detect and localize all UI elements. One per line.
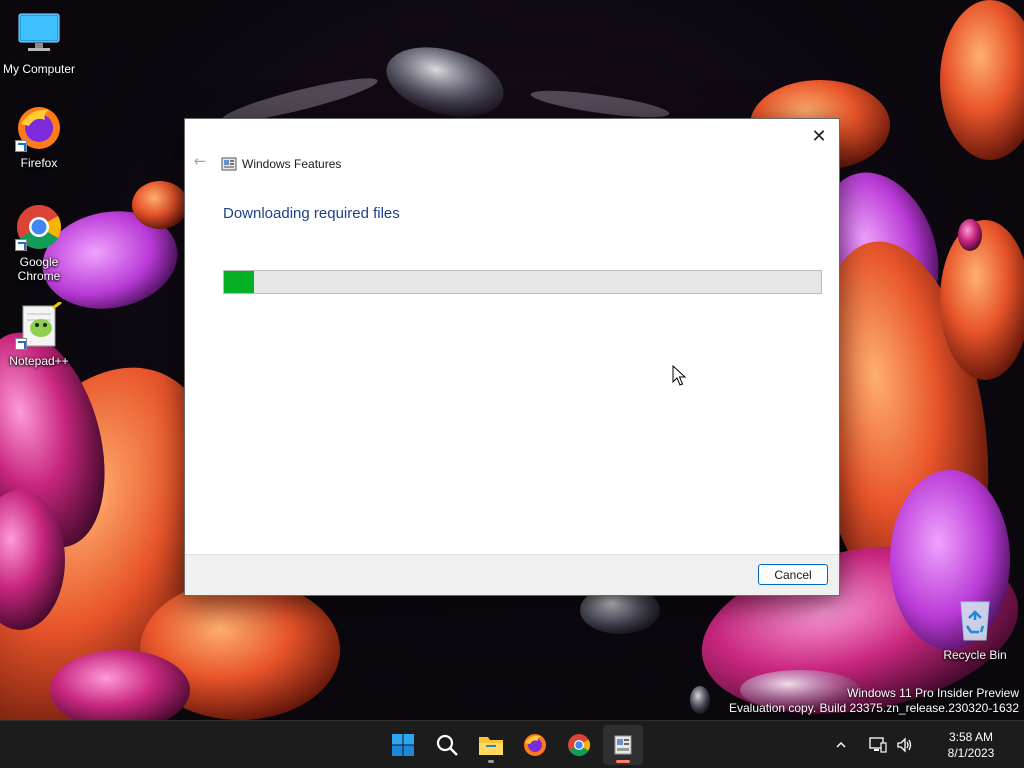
firefox-icon: [15, 104, 63, 152]
search-button[interactable]: [427, 725, 467, 765]
back-button[interactable]: ←: [191, 152, 209, 170]
dialog-footer: Cancel: [185, 554, 839, 595]
system-tray: 3:58 AM 8/1/2023: [829, 721, 1024, 768]
shortcut-arrow-icon: [15, 140, 27, 152]
cancel-button[interactable]: Cancel: [758, 564, 828, 585]
notepadpp-icon: [15, 300, 63, 350]
status-heading: Downloading required files: [223, 205, 400, 222]
chrome-icon: [568, 734, 590, 756]
dialog-titlebar: Windows Features: [221, 155, 341, 173]
show-hidden-icons-button[interactable]: [829, 733, 853, 757]
running-indicator: [488, 760, 494, 763]
taskbar-windows-features[interactable]: [603, 725, 643, 765]
taskbar: 3:58 AM 8/1/2023: [0, 720, 1024, 768]
start-icon: [392, 734, 414, 756]
taskbar-firefox[interactable]: [515, 725, 555, 765]
search-icon: [436, 734, 458, 756]
network-button[interactable]: [866, 733, 890, 757]
taskbar-clock[interactable]: 3:58 AM 8/1/2023: [926, 729, 1016, 761]
recycle-bin-icon: [951, 596, 999, 644]
file-explorer-icon: [479, 737, 503, 755]
download-progress-bar: [223, 270, 822, 294]
taskbar-chrome[interactable]: [559, 725, 599, 765]
shortcut-arrow-icon: [15, 338, 27, 350]
volume-button[interactable]: [893, 733, 917, 757]
mouse-cursor-icon: [672, 365, 686, 386]
progress-fill: [224, 271, 254, 293]
desktop-icon-label: My Computer: [2, 62, 76, 76]
windows-features-icon: [221, 156, 237, 172]
monitor-icon: [15, 10, 63, 58]
windows-features-icon: [614, 735, 632, 755]
desktop-icon-notepadpp[interactable]: Notepad++: [0, 300, 78, 368]
desktop-icon-label: Notepad++: [9, 354, 69, 368]
desktop-icon-recycle-bin[interactable]: Recycle Bin: [936, 596, 1014, 662]
desktop-icon-chrome[interactable]: Google Chrome: [0, 203, 78, 283]
chevron-up-icon: [836, 741, 846, 748]
speaker-icon: [897, 737, 912, 753]
network-icon: [869, 737, 887, 753]
shortcut-arrow-icon: [15, 239, 27, 251]
active-indicator: [616, 760, 630, 763]
watermark-build: Evaluation copy. Build 23375.zn_release.…: [729, 701, 1019, 715]
desktop-icon-label: Google Chrome: [17, 255, 61, 283]
dialog-title: Windows Features: [242, 157, 342, 171]
chrome-icon: [15, 203, 63, 251]
taskbar-apps: [383, 725, 647, 765]
firefox-icon: [524, 734, 546, 756]
start-button[interactable]: [383, 725, 423, 765]
windows-watermark: Windows 11 Pro Insider Preview Evaluatio…: [729, 686, 1019, 716]
taskbar-file-explorer[interactable]: [471, 725, 511, 765]
clock-date: 8/1/2023: [947, 746, 995, 760]
windows-features-dialog: ✕ ← Windows Features Downloading require…: [184, 118, 840, 596]
close-button[interactable]: ✕: [805, 123, 833, 149]
watermark-edition: Windows 11 Pro Insider Preview: [847, 686, 1019, 700]
desktop-icon-my-computer[interactable]: My Computer: [0, 10, 78, 76]
desktop-icon-firefox[interactable]: Firefox: [0, 104, 78, 170]
clock-time: 3:58 AM: [948, 730, 994, 744]
desktop-icon-label: Recycle Bin: [943, 648, 1007, 662]
desktop-icon-label: Firefox: [20, 156, 58, 170]
